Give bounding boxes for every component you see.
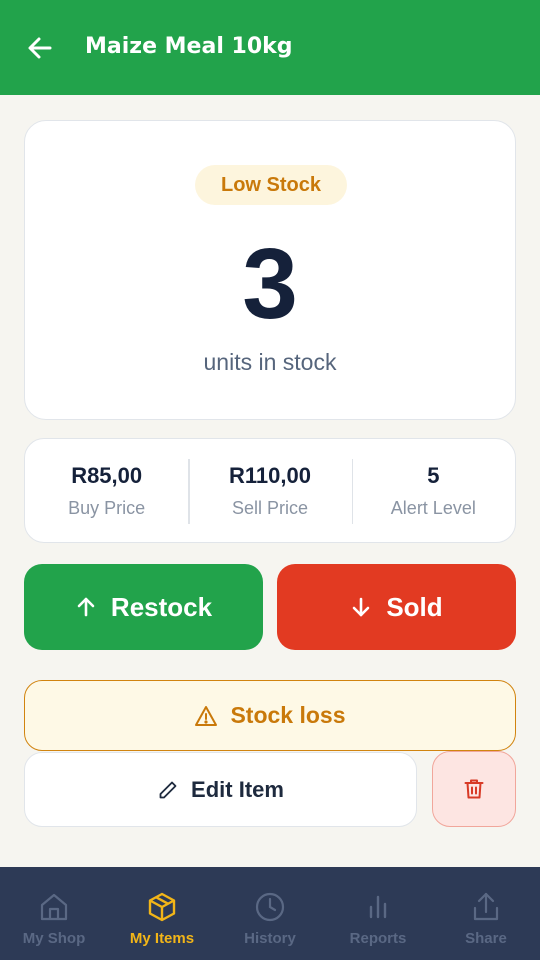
edit-item-button[interactable]: Edit Item xyxy=(24,752,417,827)
home-icon xyxy=(36,889,72,925)
arrow-left-icon xyxy=(26,34,54,62)
stock-loss-label: Stock loss xyxy=(230,702,346,728)
page-title: Maize Meal 10kg xyxy=(85,34,293,59)
app-header: Maize Meal 10kg xyxy=(0,0,540,95)
box-icon xyxy=(144,889,180,925)
sell-price-label: Sell Price xyxy=(231,498,308,518)
nav-label-my-items: My Items xyxy=(129,930,195,947)
sold-label: Sold xyxy=(386,591,443,622)
arrow-down-icon xyxy=(350,596,372,618)
arrow-up-icon xyxy=(75,596,97,618)
stock-unit-label: units in stock xyxy=(203,349,337,375)
alert-level-stat: 5 Alert Level xyxy=(351,439,515,542)
edit-item-label: Edit Item xyxy=(191,776,284,802)
trash-icon xyxy=(462,777,486,801)
pencil-icon xyxy=(157,779,179,801)
delete-button[interactable] xyxy=(432,751,516,827)
buy-price-stat: R85,00 Buy Price xyxy=(25,439,188,542)
nav-label-history: History xyxy=(244,930,296,947)
stock-card: Low Stock 3 units in stock xyxy=(24,120,516,420)
bar-chart-icon xyxy=(360,889,396,925)
share-icon xyxy=(468,889,504,925)
restock-button[interactable]: Restock xyxy=(24,564,263,650)
sell-price-stat: R110,00 Sell Price xyxy=(188,439,351,542)
status-badge: Low Stock xyxy=(195,165,347,205)
buy-price-label: Buy Price xyxy=(68,498,146,518)
warning-icon xyxy=(194,704,218,728)
clock-icon xyxy=(252,889,288,925)
alert-level-label: Alert Level xyxy=(390,498,476,518)
back-button[interactable] xyxy=(22,30,58,66)
alert-level-value: 5 xyxy=(427,463,440,488)
nav-label-share: Share xyxy=(465,930,507,947)
buy-price-value: R85,00 xyxy=(71,463,143,488)
nav-item-share[interactable]: Share xyxy=(432,867,540,960)
nav-item-reports[interactable]: Reports xyxy=(324,867,432,960)
stock-count: 3 xyxy=(242,228,298,340)
price-summary-card: R85,00 Buy Price R110,00 Sell Price 5 Al… xyxy=(24,438,516,543)
sold-button[interactable]: Sold xyxy=(277,564,516,650)
nav-label-my-shop: My Shop xyxy=(22,930,86,947)
nav-item-my-shop[interactable]: My Shop xyxy=(0,867,108,960)
restock-label: Restock xyxy=(110,591,213,622)
stock-loss-button[interactable]: Stock loss xyxy=(24,680,516,751)
nav-item-history[interactable]: History xyxy=(216,867,324,960)
nav-item-my-items[interactable]: My Items xyxy=(108,867,216,960)
nav-label-reports: Reports xyxy=(349,930,407,947)
sell-price-value: R110,00 xyxy=(229,463,311,488)
bottom-navigation: My Shop My Items History Reports Share xyxy=(0,867,540,960)
